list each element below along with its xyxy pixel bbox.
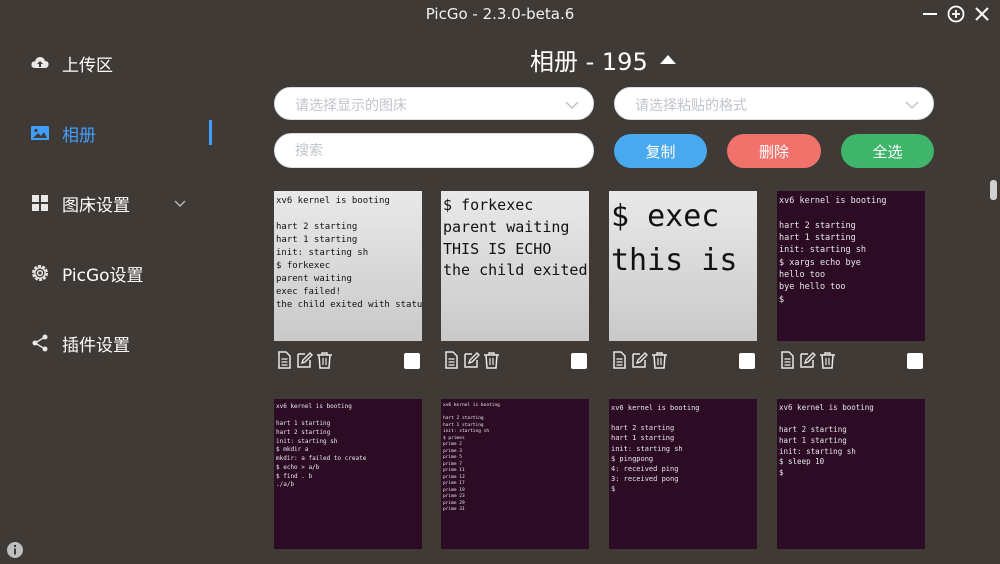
image-thumbnail[interactable]: xv6 kernel is booting hart 1 starting ha… xyxy=(274,399,422,549)
delete-button[interactable]: 删除 xyxy=(727,134,821,168)
search-input[interactable] xyxy=(274,133,594,168)
minimize-button[interactable] xyxy=(920,4,940,24)
page-title: 相册 - 195 xyxy=(530,48,648,76)
select-checkbox[interactable] xyxy=(739,353,755,369)
sidebar-item-label: 上传区 xyxy=(62,55,113,76)
format-select[interactable]: 请选择粘贴的格式 xyxy=(614,87,934,120)
thumbnail-content: xv6 kernel is booting hart 2 starting ha… xyxy=(276,196,422,311)
thumbnail-actions xyxy=(443,351,500,371)
sidebar-item-picgo-settings[interactable]: PicGo设置 xyxy=(30,258,144,288)
sidebar-item-plugin-settings[interactable]: 插件设置 xyxy=(30,328,130,358)
sidebar-item-album[interactable]: 相册 xyxy=(30,118,96,148)
thumbnail-content: xv6 kernel is booting hart 2 starting ha… xyxy=(443,403,500,513)
image-thumbnail[interactable]: xv6 kernel is booting hart 2 starting ha… xyxy=(441,399,589,549)
window-title: PicGo - 2.3.0-beta.6 xyxy=(425,5,575,23)
plus-circle-icon xyxy=(947,5,965,23)
scrollbar[interactable] xyxy=(990,180,997,200)
sidebar-item-bed-settings[interactable]: 图床设置 xyxy=(30,188,130,218)
image-thumbnail[interactable]: $ exec this is echo xyxy=(609,191,757,341)
select-checkbox[interactable] xyxy=(907,353,923,369)
thumbnail-content: xv6 kernel is booting hart 2 starting ha… xyxy=(611,404,700,494)
sidebar-item-label: 相册 xyxy=(62,125,96,146)
album-panel: 相册 - 195 请选择显示的图床 请选择粘贴的格式 复制 删除 全选 xv6 … xyxy=(250,30,1000,564)
edit-icon[interactable] xyxy=(296,351,313,369)
edit-icon[interactable] xyxy=(631,351,648,369)
document-icon[interactable] xyxy=(276,351,293,369)
thumbnail-content: $ exec this is echo xyxy=(611,199,757,278)
image-thumbnail[interactable]: xv6 kernel is booting hart 2 starting ha… xyxy=(777,399,925,549)
document-icon[interactable] xyxy=(443,351,460,369)
maximize-button[interactable] xyxy=(946,4,966,24)
grid-icon xyxy=(30,193,50,213)
thumbnail-actions xyxy=(611,351,668,371)
select-all-button[interactable]: 全选 xyxy=(841,134,934,168)
edit-icon[interactable] xyxy=(799,351,816,369)
sidebar: 上传区 相册 图床设置 PicGo设置 插件设置 xyxy=(0,30,230,564)
caret-up-icon xyxy=(659,55,676,64)
thumbnail-actions xyxy=(276,351,333,371)
thumbnail-content: $ forkexec parent waiting THIS IS ECHO t… xyxy=(443,196,588,280)
sidebar-item-label: PicGo设置 xyxy=(62,265,144,286)
document-icon[interactable] xyxy=(779,351,796,369)
album-header[interactable]: 相册 - 195 xyxy=(530,42,676,77)
trash-icon[interactable] xyxy=(819,351,836,369)
thumbnail-actions xyxy=(779,351,836,371)
bed-select-placeholder: 请选择显示的图床 xyxy=(295,98,407,114)
sidebar-item-label: 图床设置 xyxy=(62,195,130,216)
select-checkbox[interactable] xyxy=(404,353,420,369)
info-icon[interactable] xyxy=(6,541,24,559)
gear-icon xyxy=(30,263,50,283)
chevron-down-icon xyxy=(905,101,919,110)
chevron-down-icon[interactable] xyxy=(174,197,186,209)
close-button[interactable] xyxy=(972,4,992,24)
bed-select[interactable]: 请选择显示的图床 xyxy=(274,87,594,120)
image-icon xyxy=(30,123,50,143)
share-icon xyxy=(30,333,50,353)
title-bar: PicGo - 2.3.0-beta.6 xyxy=(0,0,1000,30)
edit-icon[interactable] xyxy=(463,351,480,369)
thumbnail-content: xv6 kernel is booting hart 2 starting ha… xyxy=(779,196,887,305)
trash-icon[interactable] xyxy=(483,351,500,369)
thumbnail-content: xv6 kernel is booting hart 2 starting ha… xyxy=(779,403,874,478)
trash-icon[interactable] xyxy=(316,351,333,369)
minimize-icon xyxy=(923,13,937,15)
image-thumbnail[interactable]: xv6 kernel is booting hart 2 starting ha… xyxy=(609,399,757,549)
chevron-down-icon xyxy=(565,101,579,110)
document-icon[interactable] xyxy=(611,351,628,369)
image-thumbnail[interactable]: $ forkexec parent waiting THIS IS ECHO t… xyxy=(441,191,589,341)
trash-icon[interactable] xyxy=(651,351,668,369)
format-select-placeholder: 请选择粘贴的格式 xyxy=(635,98,747,114)
sidebar-item-upload[interactable]: 上传区 xyxy=(30,48,113,78)
active-indicator xyxy=(209,120,212,145)
sidebar-item-label: 插件设置 xyxy=(62,335,130,356)
copy-button[interactable]: 复制 xyxy=(614,134,707,168)
select-checkbox[interactable] xyxy=(571,353,587,369)
image-thumbnail[interactable]: xv6 kernel is booting hart 2 starting ha… xyxy=(274,191,422,341)
image-thumbnail[interactable]: xv6 kernel is booting hart 2 starting ha… xyxy=(777,191,925,341)
window-controls xyxy=(920,4,992,24)
close-icon xyxy=(975,7,989,21)
thumbnail-content: xv6 kernel is booting hart 1 starting ha… xyxy=(276,403,367,489)
cloud-upload-icon xyxy=(30,53,50,73)
